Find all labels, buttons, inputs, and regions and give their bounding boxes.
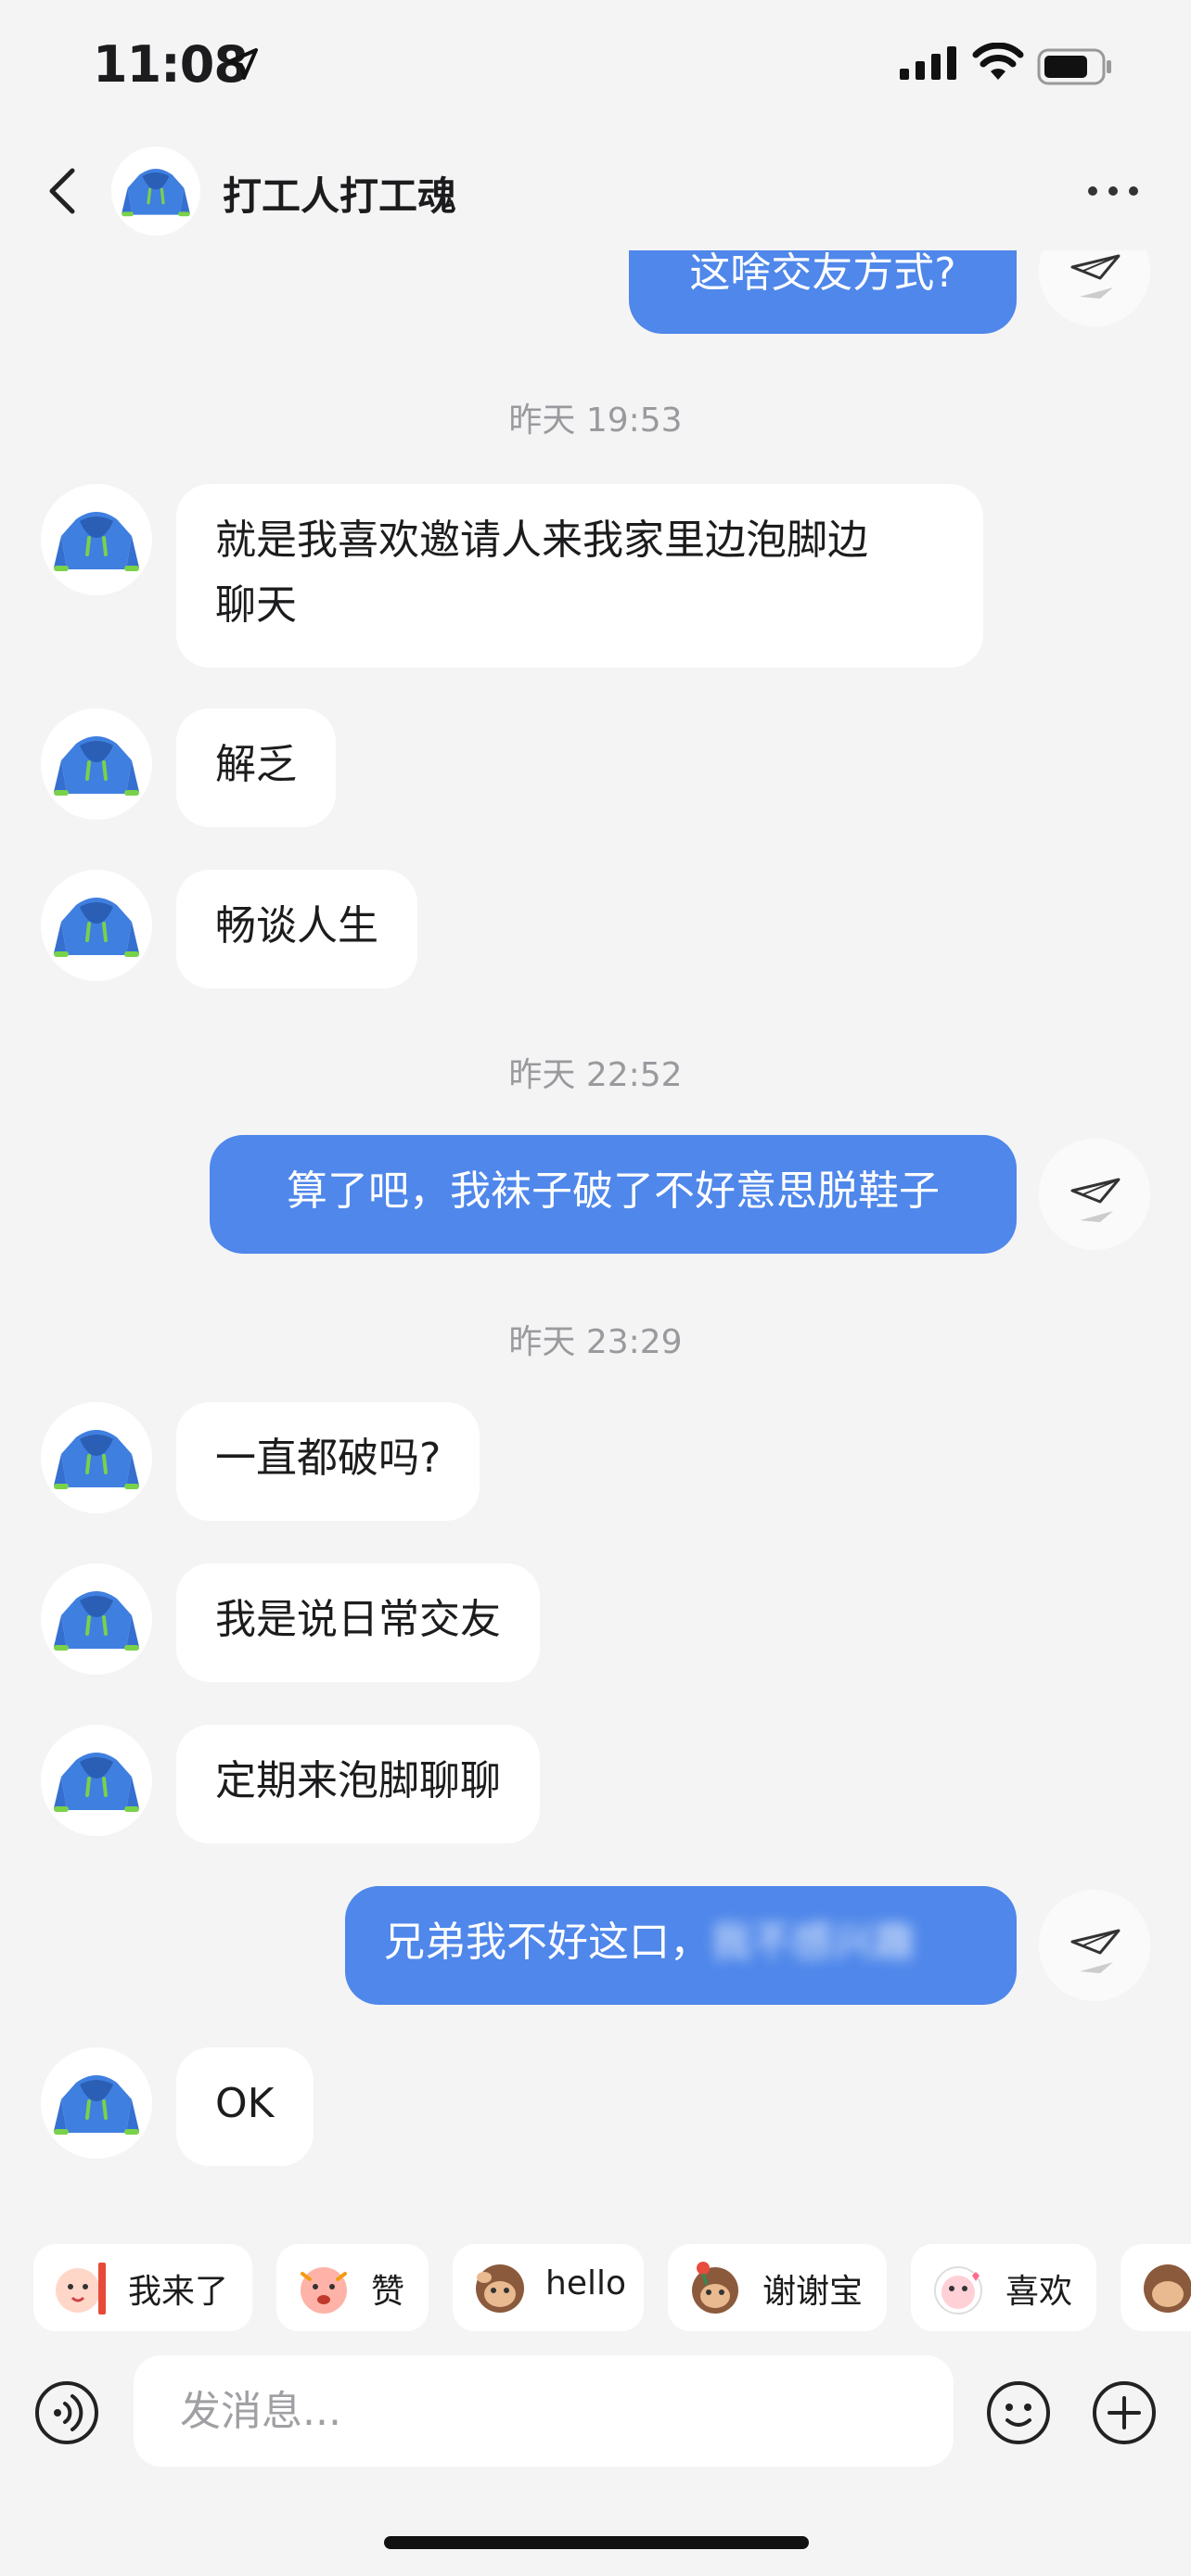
contact-avatar[interactable]	[41, 870, 152, 981]
timestamp: 昨天 23:29	[508, 1323, 683, 1361]
monkey-rose-sticker-icon	[692, 2262, 738, 2314]
hoodie-avatar-icon	[54, 1430, 139, 1489]
emoji-icon[interactable]	[985, 2379, 1052, 2446]
sticker-icon	[301, 2267, 347, 2314]
quick-reply-chip[interactable]: 赞	[276, 2244, 429, 2331]
my-avatar[interactable]	[1039, 1890, 1150, 2001]
outgoing-message-bubble[interactable]: 这啥交友方式?	[629, 250, 1017, 334]
quick-reply-strip[interactable]: 我来了 赞 hello 谢谢宝 喜欢	[0, 2207, 1191, 2346]
hoodie-avatar-icon	[54, 1591, 139, 1651]
incoming-message-bubble[interactable]: 畅谈人生	[176, 870, 417, 988]
incoming-message-bubble[interactable]: OK	[176, 2047, 314, 2166]
battery-icon	[1037, 48, 1111, 85]
quick-reply-label: hello	[545, 2264, 626, 2302]
voice-input-icon[interactable]	[33, 2379, 100, 2446]
timestamp: 昨天 22:52	[508, 1056, 683, 1094]
quick-reply-label: 赞	[371, 2273, 405, 2311]
incoming-message-bubble[interactable]: 我是说日常交友	[176, 1563, 540, 1682]
outgoing-message-bubble[interactable]: 兄弟我不好这口，我不感兴趣	[345, 1886, 1017, 2005]
quick-reply-chip[interactable]: 我来了	[33, 2244, 252, 2331]
hoodie-avatar-icon	[54, 736, 139, 796]
quick-reply-label: 喜欢	[1005, 2273, 1073, 2311]
message-text-line: 聊天	[215, 581, 297, 629]
contact-avatar[interactable]	[41, 1402, 152, 1513]
nav-bar: 打工人打工魂	[0, 130, 1191, 250]
sticker-icon	[934, 2266, 982, 2315]
message-input[interactable]	[134, 2355, 954, 2467]
contact-avatar[interactable]	[41, 2047, 152, 2159]
incoming-message-bubble[interactable]: 就是我喜欢邀请人来我家里边泡脚边 聊天	[176, 484, 983, 668]
contact-avatar[interactable]	[41, 1563, 152, 1675]
message-text: 这啥交友方式?	[689, 250, 956, 297]
quick-reply-chip[interactable]: 谢谢宝	[668, 2244, 887, 2331]
add-attachment-icon[interactable]	[1091, 2379, 1158, 2446]
message-text-line: 就是我喜欢邀请人来我家里边泡脚边	[215, 516, 868, 564]
contact-avatar[interactable]	[41, 1725, 152, 1836]
cellular-signal-icon	[900, 46, 956, 80]
back-button[interactable]	[37, 161, 93, 221]
paper-plane-avatar-icon	[1039, 1139, 1150, 1250]
quick-reply-chip[interactable]: hello	[453, 2244, 644, 2331]
quick-reply-label: 我来了	[128, 2273, 229, 2311]
incoming-message-bubble[interactable]: 解乏	[176, 708, 336, 827]
hoodie-avatar-icon	[54, 2075, 139, 2135]
my-avatar[interactable]	[1039, 1139, 1150, 1250]
timestamp: 昨天 19:53	[508, 402, 683, 440]
status-bar: 11:08	[0, 0, 1191, 130]
chat-message-list[interactable]: 这啥交友方式? 昨天 19:53 就是我喜欢邀请人来我家里边泡脚边 聊天 解乏 …	[0, 250, 1191, 2207]
hoodie-avatar-icon	[54, 1753, 139, 1812]
my-avatar[interactable]	[1039, 250, 1150, 326]
quick-reply-chip-partial[interactable]	[1121, 2244, 1191, 2331]
monkey-sticker-icon	[476, 2264, 524, 2313]
hoodie-avatar-icon	[54, 898, 139, 957]
blurred-message-text: 我不感兴趣	[711, 1919, 915, 1966]
chat-title: 打工人打工魂	[223, 173, 457, 219]
message-row-outgoing: 这啥交友方式?	[0, 250, 1191, 334]
hoodie-avatar-icon	[54, 512, 139, 571]
quick-reply-chip[interactable]: 喜欢	[911, 2244, 1096, 2331]
hoodie-avatar-icon	[122, 169, 190, 217]
location-arrow-icon	[226, 48, 258, 80]
composer-bar	[0, 2346, 1191, 2576]
monkey-sticker-icon	[1144, 2264, 1191, 2313]
paper-plane-avatar-icon	[1039, 250, 1150, 326]
header-avatar[interactable]	[111, 147, 200, 236]
quick-reply-label: 谢谢宝	[762, 2273, 864, 2311]
message-text: 兄弟我不好这口，	[384, 1919, 711, 1966]
sticker-icon	[56, 2263, 106, 2315]
status-time: 11:08	[93, 35, 249, 94]
contact-avatar[interactable]	[41, 708, 152, 820]
outgoing-message-bubble[interactable]: 算了吧，我袜子破了不好意思脱鞋子	[210, 1135, 1017, 1254]
paper-plane-avatar-icon	[1039, 1890, 1150, 2001]
incoming-message-bubble[interactable]: 定期来泡脚聊聊	[176, 1725, 540, 1843]
more-options-icon[interactable]	[1085, 182, 1141, 200]
contact-avatar[interactable]	[41, 484, 152, 595]
home-indicator[interactable]	[384, 2536, 809, 2549]
incoming-message-bubble[interactable]: 一直都破吗?	[176, 1402, 480, 1521]
wifi-icon	[972, 43, 1024, 80]
